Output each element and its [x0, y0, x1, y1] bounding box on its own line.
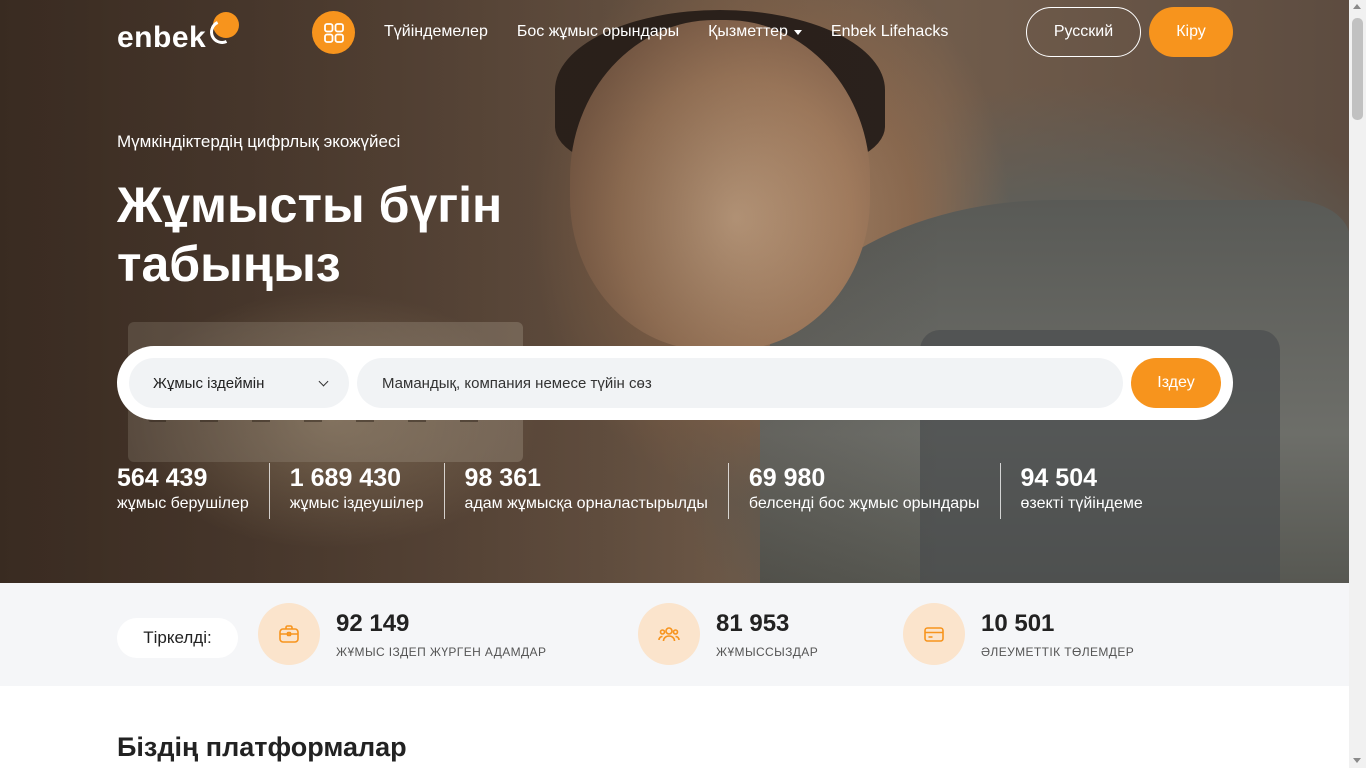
briefcase-icon	[258, 603, 320, 665]
nav-item-services[interactable]: Қызметтер	[708, 22, 802, 42]
stat-value: 94 504	[1020, 464, 1097, 492]
nav-item-label: Бос жұмыс орындары	[516, 23, 680, 40]
registered-item-label: ЖҰМЫС ІЗДЕП ЖҮРГЕН АДАМДАР	[336, 645, 547, 659]
registered-unemployed: 81 953 ЖҰМЫССЫЗДАР	[638, 603, 818, 665]
search-bar: Жұмыс іздеймін Іздеу	[117, 346, 1233, 420]
stat-employed: 98 361 адам жұмысқа орналастырылды	[443, 463, 728, 519]
logo-text: enbek	[117, 21, 207, 54]
stat-employers: 564 439 жұмыс берушілер	[117, 463, 269, 519]
apps-grid-button[interactable]	[312, 11, 355, 54]
login-button[interactable]: Кіру	[1149, 7, 1233, 57]
registered-item-label: ЖҰМЫССЫЗДАР	[716, 645, 819, 659]
nav-item-label: Қызметтер	[708, 23, 788, 40]
hero-subtitle: Мүмкіндіктердің цифрлық экожүйесі	[117, 132, 401, 151]
registered-band: Тіркелді: 92 149 ЖҰМЫС ІЗДЕП ЖҮРГЕН АДАМ…	[0, 583, 1349, 686]
nav-item-lifehacks[interactable]: Enbek Lifehacks	[831, 22, 948, 42]
registered-job-seekers: 92 149 ЖҰМЫС ІЗДЕП ЖҮРГЕН АДАМДАР	[258, 603, 546, 665]
scroll-down-arrow-icon[interactable]	[1353, 758, 1361, 763]
registered-value: 81 953	[716, 610, 790, 637]
nav-item-vacancies[interactable]: Бос жұмыс орындары	[517, 22, 679, 42]
stat-label: адам жұмысқа орналастырылды	[464, 495, 708, 512]
stat-value: 98 361	[464, 464, 542, 492]
registered-item-label: ӘЛЕУМЕТТІК ТӨЛЕМДЕР	[981, 645, 1135, 659]
caret-down-icon	[793, 29, 802, 35]
platforms-heading: Біздің платформалар	[117, 732, 407, 762]
nav-item-label: Enbek Lifehacks	[830, 23, 949, 40]
stat-resumes: 94 504 өзекті түйіндеме	[999, 463, 1163, 519]
search-mode-value: Жұмыс іздеймін	[153, 374, 265, 392]
chevron-down-icon	[318, 376, 329, 387]
grid-icon	[323, 22, 344, 43]
stat-value: 69 980	[748, 464, 826, 492]
card-icon	[903, 603, 965, 665]
stat-value: 564 439	[117, 464, 208, 492]
stat-label: жұмыс іздеушілер	[289, 495, 424, 512]
logo-mark-icon	[213, 12, 239, 38]
people-icon	[638, 603, 700, 665]
stat-value: 1 689 430	[289, 464, 401, 492]
registered-label: Тіркелді:	[117, 618, 238, 658]
stat-active-vacancies: 69 980 белсенді бос жұмыс орындары	[727, 463, 1000, 519]
search-input[interactable]	[357, 358, 1123, 408]
nav-item-label: Түйіндемелер	[384, 23, 488, 40]
page-scrollbar[interactable]	[1349, 0, 1366, 768]
registered-value: 92 149	[336, 610, 410, 637]
registered-value: 10 501	[981, 610, 1055, 637]
registered-social-payments: 10 501 ӘЛЕУМЕТТІК ТӨЛЕМДЕР	[903, 603, 1134, 665]
stat-job-seekers: 1 689 430 жұмыс іздеушілер	[268, 463, 444, 519]
enbek-logo[interactable]: enbek	[117, 12, 239, 56]
stat-label: өзекті түйіндеме	[1020, 495, 1143, 512]
scrollbar-thumb[interactable]	[1352, 18, 1363, 120]
stat-label: жұмыс берушілер	[117, 495, 249, 512]
stat-label: белсенді бос жұмыс орындары	[748, 495, 980, 512]
search-mode-select[interactable]: Жұмыс іздеймін	[129, 358, 349, 408]
search-button[interactable]: Іздеу	[1131, 358, 1221, 408]
site-header: enbek Түйіндемелер Бос жұмыс орындары Қы…	[0, 0, 1349, 64]
scroll-up-arrow-icon[interactable]	[1353, 4, 1361, 9]
stats-row: 564 439 жұмыс берушілер 1 689 430 жұмыс …	[117, 463, 1163, 519]
language-button[interactable]: Русский	[1026, 7, 1141, 57]
nav-item-resumes[interactable]: Түйіндемелер	[384, 22, 488, 42]
hero-title: Жұмысты бүгін табыңыз	[117, 177, 503, 292]
main-nav: Түйіндемелер Бос жұмыс орындары Қызметте…	[384, 22, 977, 42]
